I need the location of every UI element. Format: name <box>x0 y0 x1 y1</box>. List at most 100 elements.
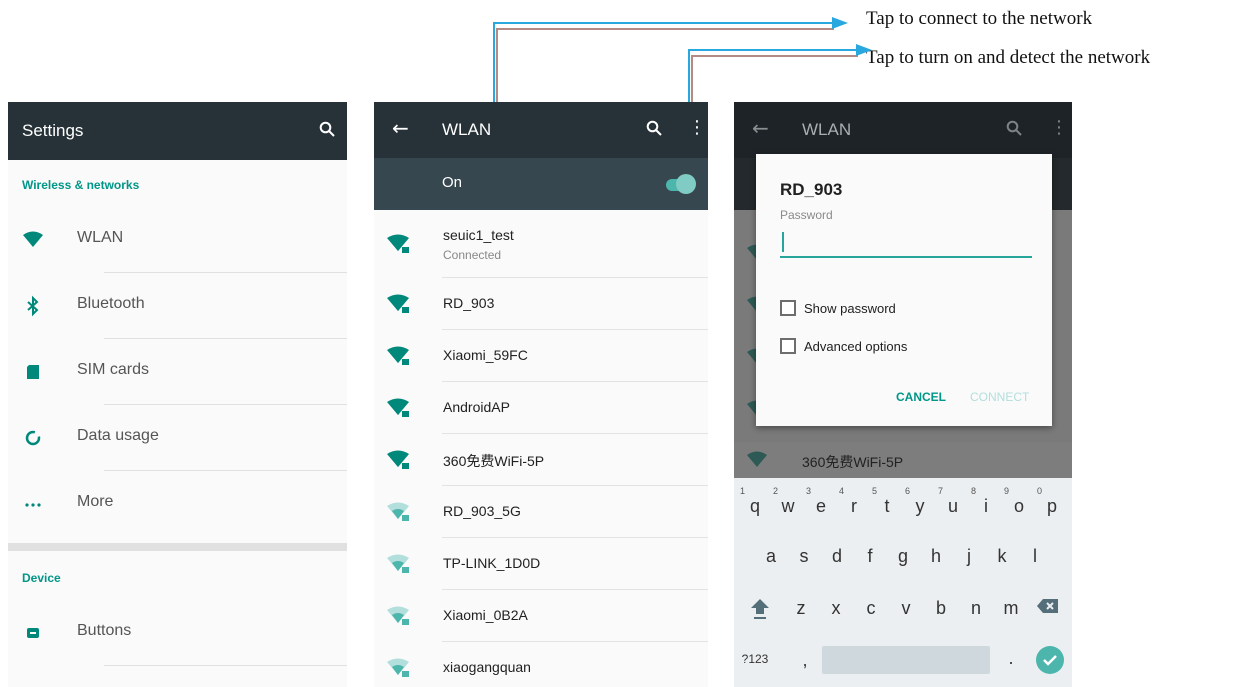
key-i[interactable]: 8i <box>971 486 1001 517</box>
key-m[interactable]: m <box>996 598 1026 619</box>
key-d[interactable]: d <box>822 546 852 567</box>
key-label: e <box>815 496 826 516</box>
key-g[interactable]: g <box>888 546 918 567</box>
divider <box>104 665 347 666</box>
cancel-button[interactable]: CANCEL <box>896 390 946 404</box>
network-name: AndroidAP <box>443 399 510 415</box>
wlan-toggle-row[interactable]: On <box>374 158 708 210</box>
network-row[interactable]: seuic1_test Connected <box>374 210 708 278</box>
network-name: TP-LINK_1D0D <box>443 555 541 571</box>
key-w[interactable]: 2w <box>773 486 803 517</box>
settings-item-wlan[interactable]: WLAN <box>8 207 347 273</box>
network-row[interactable]: AndroidAP <box>374 382 708 434</box>
settings-item-label: SIM cards <box>77 361 150 378</box>
key-n[interactable]: n <box>961 598 991 619</box>
wlan-toolbar: ← WLAN ⋮ <box>374 102 708 158</box>
key-label: y <box>915 496 925 516</box>
key-y[interactable]: 6y <box>905 486 935 517</box>
wlan-screen: ← WLAN ⋮ On seuic1_test Connected RD_903 Xi… <box>374 102 708 687</box>
network-row[interactable]: RD_903 <box>374 278 708 330</box>
key-label: u <box>947 496 958 516</box>
connect-dialog: RD_903 Password Show password Advanced o… <box>756 154 1052 426</box>
password-field[interactable] <box>780 228 1032 258</box>
dimmed-title: WLAN <box>802 120 852 139</box>
key-r[interactable]: 4r <box>839 486 869 517</box>
wlan-on-label: On <box>442 174 463 191</box>
network-name: RD_903_5G <box>443 503 521 519</box>
key-hint: 3 <box>806 486 812 496</box>
key-z[interactable]: z <box>786 598 816 619</box>
key-l[interactable]: l <box>1020 546 1050 567</box>
network-row[interactable]: 360免费WiFi-5P <box>374 434 708 486</box>
key-s[interactable]: s <box>789 546 819 567</box>
search-icon[interactable] <box>319 121 335 137</box>
wifi-lock-icon <box>387 450 409 469</box>
key-hint: 2 <box>773 486 779 496</box>
spacebar[interactable] <box>822 646 990 674</box>
network-row[interactable]: Xiaomi_0B2A <box>374 590 708 642</box>
key-o[interactable]: 9o <box>1004 486 1034 517</box>
wifi-lock-icon <box>387 658 409 677</box>
network-row[interactable]: Xiaomi_59FC <box>374 330 708 382</box>
key-c[interactable]: c <box>856 598 886 619</box>
wifi-icon <box>747 451 767 467</box>
wifi-lock-icon <box>387 606 409 625</box>
key-h[interactable]: h <box>921 546 951 567</box>
dimmed-toolbar: ← WLAN ⋮ <box>734 102 1072 158</box>
wifi-lock-icon <box>387 346 409 365</box>
key-k[interactable]: k <box>987 546 1017 567</box>
settings-item-sim-cards[interactable]: SIM cards <box>8 339 347 405</box>
key-label: p <box>1046 496 1057 516</box>
symbols-key[interactable]: ?123 <box>738 652 772 666</box>
key-t[interactable]: 5t <box>872 486 902 517</box>
period-key[interactable]: . <box>996 648 1026 669</box>
key-label: t <box>884 496 890 516</box>
key-hint: 9 <box>1004 486 1010 496</box>
network-name: 360免费WiFi-5P <box>443 453 545 469</box>
show-password-checkbox[interactable] <box>780 300 796 316</box>
more-icon <box>25 503 41 507</box>
network-name: RD_903 <box>443 295 495 311</box>
key-f[interactable]: f <box>855 546 885 567</box>
key-a[interactable]: a <box>756 546 786 567</box>
settings-item-label: Buttons <box>77 622 132 639</box>
settings-item-buttons[interactable]: Buttons <box>8 600 347 666</box>
key-v[interactable]: v <box>891 598 921 619</box>
arrow-connect-head <box>832 17 848 29</box>
settings-item-label: Data usage <box>77 427 159 444</box>
advanced-options-checkbox[interactable] <box>780 338 796 354</box>
key-e[interactable]: 3e <box>806 486 836 517</box>
key-q[interactable]: 1q <box>740 486 770 517</box>
settings-item-bluetooth[interactable]: Bluetooth <box>8 273 347 339</box>
settings-item-more[interactable]: More <box>8 471 347 537</box>
network-row[interactable]: RD_903_5G <box>374 486 708 538</box>
section-wireless-networks: Wireless & networks <box>22 178 140 192</box>
key-x[interactable]: x <box>821 598 851 619</box>
bluetooth-icon <box>27 295 39 317</box>
network-name: Xiaomi_59FC <box>443 347 528 363</box>
network-row[interactable]: TP-LINK_1D0D <box>374 538 708 590</box>
keyboard: 1q2w3e4r5t6y7u8i9o0p asdfghjkl zxcvbnm ?… <box>734 478 1072 687</box>
settings-item-data-usage[interactable]: Data usage <box>8 405 347 471</box>
key-p[interactable]: 0p <box>1037 486 1067 517</box>
overflow-menu-icon[interactable]: ⋮ <box>688 117 706 138</box>
key-j[interactable]: j <box>954 546 984 567</box>
network-row[interactable]: xiaogangquan <box>374 642 708 687</box>
enter-key[interactable] <box>1036 646 1064 674</box>
key-u[interactable]: 7u <box>938 486 968 517</box>
connect-button[interactable]: CONNECT <box>970 390 1029 404</box>
key-hint: 4 <box>839 486 845 496</box>
key-label: o <box>1013 496 1024 516</box>
backspace-icon[interactable] <box>1036 596 1060 616</box>
back-arrow-icon[interactable]: ← <box>392 116 409 140</box>
shift-icon[interactable] <box>748 596 772 622</box>
wifi-lock-icon <box>387 398 409 417</box>
network-name: Xiaomi_0B2A <box>443 607 528 623</box>
comma-key[interactable]: , <box>790 650 820 671</box>
search-icon[interactable] <box>646 120 662 136</box>
settings-toolbar: Settings <box>8 102 347 160</box>
wlan-switch-thumb[interactable] <box>676 174 696 194</box>
wifi-lock-icon <box>387 294 409 313</box>
advanced-options-label: Advanced options <box>804 339 908 354</box>
key-b[interactable]: b <box>926 598 956 619</box>
